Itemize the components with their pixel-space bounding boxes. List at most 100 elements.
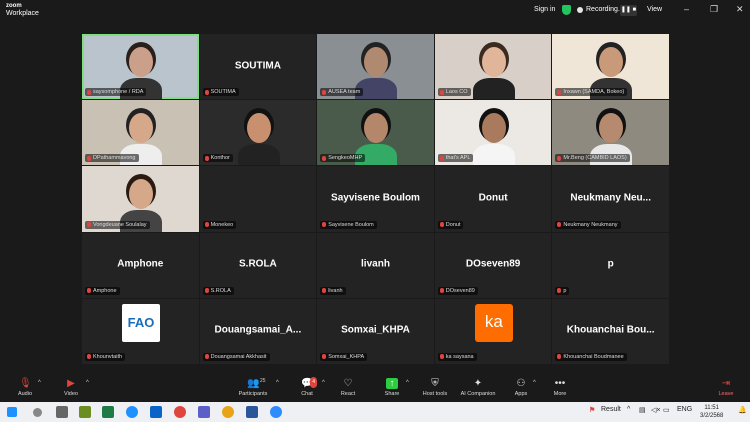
participant-name-text: Donut: [445, 221, 461, 228]
participant-name-text: Douangsamai Akkhasit: [210, 353, 267, 360]
chrome-profile-icon[interactable]: [222, 406, 234, 418]
audio-options-caret[interactable]: ^: [38, 380, 41, 386]
excel-app-icon[interactable]: [102, 406, 114, 418]
zoom-app-icon[interactable]: [270, 406, 282, 418]
participant-tile[interactable]: Somxai_KHPA Somxai_KHPA: [317, 298, 434, 364]
participant-tile[interactable]: saysomphone / RDA: [82, 34, 199, 100]
weather-icon[interactable]: ⚑: [589, 406, 595, 414]
participant-name-text: ka saysana: [445, 353, 474, 360]
participant-tile[interactable]: Sayvisene Boulom Sayvisene Boulom: [317, 166, 434, 232]
participant-video-face: [481, 47, 506, 77]
system-clock[interactable]: 11:51 3/2/2568: [700, 404, 723, 420]
participant-tile[interactable]: pp: [552, 232, 669, 298]
minimize-icon[interactable]: –: [684, 4, 689, 14]
participant-tile[interactable]: AUSEA team: [317, 34, 434, 100]
search-icon[interactable]: [33, 408, 42, 417]
participant-tile[interactable]: DOseven89 DOseven89: [434, 232, 552, 298]
maximize-icon[interactable]: ❐: [710, 4, 718, 15]
participant-name-text: p: [563, 287, 567, 294]
leave-button[interactable]: ⇥ Leave: [714, 378, 738, 397]
battery-icon[interactable]: ▭: [663, 406, 670, 414]
participants-options-caret[interactable]: ^: [276, 380, 279, 386]
share-arrow-icon: ↑: [386, 378, 398, 389]
participant-tile[interactable]: Inxawn (SAMDA, Bokeo): [552, 34, 669, 100]
participant-tile[interactable]: SengkeoMHP: [317, 100, 434, 166]
participant-display-name: S.ROLA: [239, 258, 277, 270]
meeting-toolbar: 🎙 Audio ^ ▶ Video ^ 👥 Participants 25 ^ …: [0, 375, 750, 402]
windows-start-icon[interactable]: [7, 407, 17, 417]
host-tools-button[interactable]: ⛨ Host tools: [420, 378, 450, 397]
participant-tile[interactable]: ka ka saysana: [434, 298, 552, 364]
vim-app-icon[interactable]: [79, 406, 91, 418]
muted-mic-icon: [322, 288, 327, 294]
tray-overflow-icon[interactable]: ^: [627, 406, 630, 413]
participant-tile[interactable]: Douangsamai_A... Douangsamai Akkhasit: [199, 298, 317, 364]
participant-tile[interactable]: Vongdeuane Soulalay: [82, 166, 199, 232]
participant-name-text: Monekeo: [210, 221, 234, 228]
participant-tile[interactable]: Monekeo: [199, 166, 317, 232]
participant-tile[interactable]: that's APL: [434, 100, 552, 166]
notification-icon[interactable]: 🔔: [738, 406, 747, 414]
word-app-icon[interactable]: [246, 406, 258, 418]
task-view-icon[interactable]: [56, 406, 68, 418]
share-button[interactable]: ↑ Share: [381, 378, 403, 397]
participant-tile[interactable]: Khouanchai Bou... Khouanchai Boudmanee: [552, 298, 669, 364]
encryption-shield-icon[interactable]: [562, 5, 571, 15]
chat-icon: 💬 4: [301, 377, 317, 389]
participant-tile[interactable]: livanh livanh: [317, 232, 434, 298]
result-text[interactable]: Result: [601, 406, 621, 413]
language-indicator[interactable]: ENG: [677, 406, 692, 413]
participant-tile[interactable]: FAO Khounvtaith: [82, 298, 199, 364]
shield-icon: ⛨: [431, 378, 439, 389]
muted-mic-icon: [439, 222, 444, 228]
chrome-browser-icon[interactable]: [174, 406, 186, 418]
participant-name-label: ka saysana: [437, 352, 477, 361]
participant-name-text: AUSEA team: [328, 89, 361, 96]
participant-name-label: DOseven89: [437, 286, 478, 295]
sign-in-link[interactable]: Sign in: [534, 6, 555, 13]
participant-tile[interactable]: SOUTIMA SOUTIMA: [199, 34, 317, 100]
participant-tile[interactable]: Mr.Beng (CAMBID LAOS): [552, 100, 669, 166]
participant-name-label: Amphone: [85, 286, 120, 295]
chat-button[interactable]: 💬 4 Chat: [296, 377, 318, 397]
pause-stop-recording-button[interactable]: ❚❚ ■: [620, 5, 637, 16]
muted-mic-icon: [322, 354, 327, 360]
chat-options-caret[interactable]: ^: [322, 380, 325, 386]
participant-name-label: S.ROLA: [202, 286, 234, 295]
network-icon[interactable]: ▤: [639, 406, 646, 414]
participant-name-label: SOUTIMA: [202, 88, 239, 97]
recording-text: Recording...: [586, 6, 624, 13]
leave-label: Leave: [718, 391, 734, 397]
video-label: Video: [64, 391, 78, 397]
apps-options-caret[interactable]: ^: [533, 380, 536, 386]
participant-tile[interactable]: Konthor: [199, 100, 317, 166]
participant-tile[interactable]: Amphone Amphone: [82, 232, 199, 298]
volume-icon[interactable]: ◁×: [651, 406, 660, 414]
chat-badge: 4: [310, 377, 317, 388]
participant-tile[interactable]: Neukmany Neu... Neukmany Neukmany: [552, 166, 669, 232]
participant-tile[interactable]: DPathammavong: [82, 100, 199, 166]
participant-tile[interactable]: Laos CO: [434, 34, 552, 100]
video-button[interactable]: ▶ Video: [60, 378, 82, 397]
video-options-caret[interactable]: ^: [86, 380, 89, 386]
view-menu[interactable]: View: [647, 6, 662, 13]
audio-button[interactable]: 🎙 Audio: [14, 378, 36, 397]
participant-name-text: SOUTIMA: [210, 89, 236, 96]
title-bar: zoom Workplace Sign in Recording... ❚❚ ■…: [0, 0, 750, 22]
participant-display-name: Somxai_KHPA: [341, 324, 410, 336]
participant-display-name: Khouanchai Bou...: [566, 324, 655, 336]
edge-browser-icon[interactable]: [126, 406, 138, 418]
windows-taskbar: ⚑ Result ^ ▤ ◁× ▭ ENG 11:51 3/2/2568 🔔: [0, 402, 750, 422]
ai-companion-button[interactable]: ✦ AI Companion: [458, 378, 498, 397]
react-button[interactable]: ♡ React: [337, 378, 359, 397]
mail-app-icon[interactable]: [150, 406, 162, 418]
participant-tile[interactable]: S.ROLA S.ROLA: [199, 232, 317, 298]
more-button[interactable]: ••• More: [549, 378, 571, 397]
participant-name-label: Konthor: [202, 154, 233, 163]
share-options-caret[interactable]: ^: [406, 380, 409, 386]
participant-tile[interactable]: Donut Donut: [434, 166, 552, 232]
apps-button[interactable]: ⚇ Apps: [510, 378, 532, 397]
teams-app-icon[interactable]: [198, 406, 210, 418]
muted-mic-icon: [204, 222, 209, 228]
close-icon[interactable]: ✕: [736, 4, 744, 15]
